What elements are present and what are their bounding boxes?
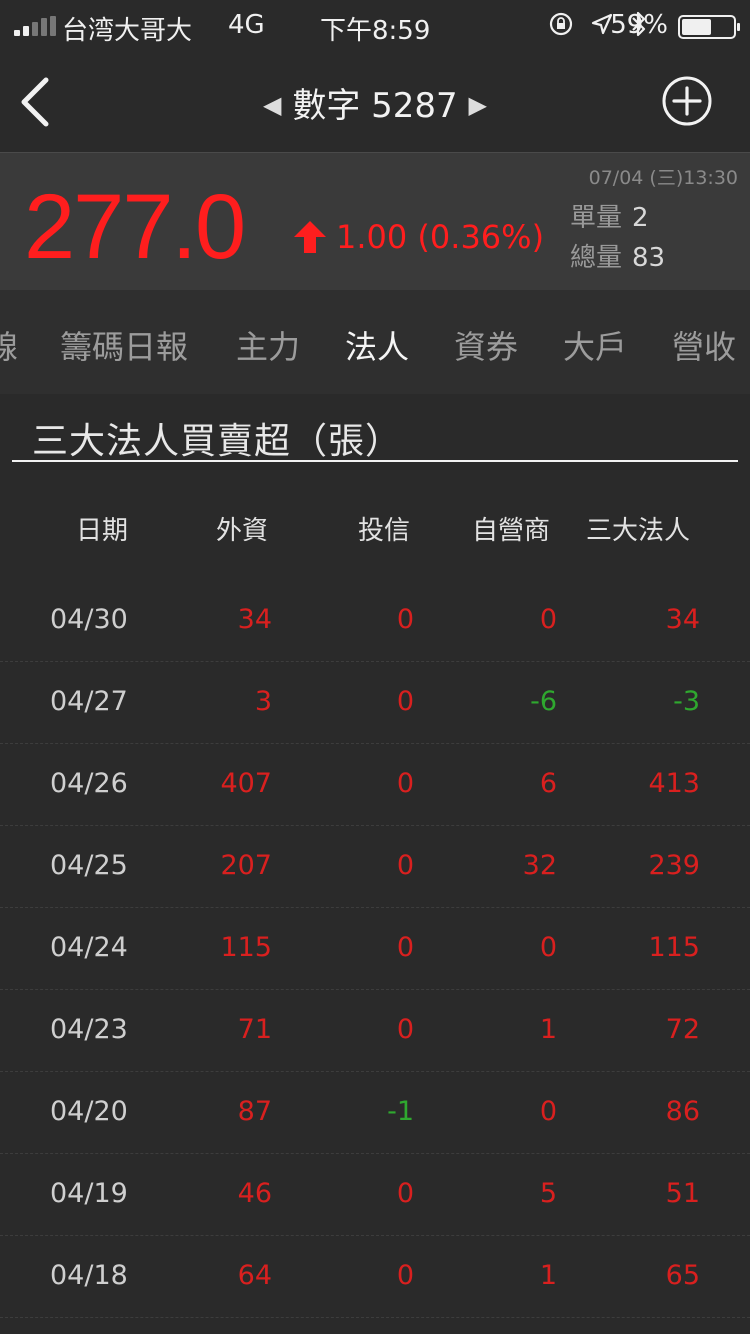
table-row: 04/30 34 0 0 34 (0, 580, 750, 662)
section-divider (12, 460, 738, 462)
table-row: 04/27 3 0 -6 -3 (0, 662, 750, 744)
cell-dealer: 6 (539, 768, 557, 799)
status-time: 下午8:59 (320, 16, 431, 46)
battery-percent: 59% (610, 10, 668, 40)
column-header-dealer: 自營商 (472, 516, 551, 546)
cell-dealer: 32 (522, 850, 557, 881)
column-header-trust: 投信 (358, 516, 411, 546)
cell-total: 51 (665, 1178, 700, 1209)
cell-foreign: 207 (220, 850, 272, 881)
cell-date: 04/30 (50, 604, 128, 635)
table-row: 04/24 115 0 0 115 (0, 908, 750, 990)
price-change: 1.00 (0.36%) (290, 217, 544, 257)
cell-date: 04/23 (50, 1014, 128, 1045)
carrier-name: 台湾大哥大 (62, 16, 193, 46)
cell-foreign: 407 (220, 768, 272, 799)
column-header-total: 三大法人 (586, 516, 691, 546)
add-watchlist-icon[interactable] (660, 74, 714, 128)
tab-institutional[interactable]: 法人 (345, 322, 409, 368)
price-change-value: 1.00 (0.36%) (336, 218, 545, 256)
tab-bar: 線 籌碼日報 主力 法人 資券 大戶 營收 (0, 290, 750, 394)
last-price: 277.0 (24, 176, 246, 278)
network-type: 4G (228, 10, 265, 40)
cell-date: 04/20 (50, 1096, 128, 1127)
cell-date: 04/27 (50, 686, 128, 717)
stock-title: ◀ 數字 5287 ▶ (0, 78, 750, 127)
unit-volume-label: 單量 (570, 203, 623, 233)
total-volume-value: 83 (632, 243, 666, 273)
column-header-date: 日期 (76, 516, 129, 546)
section-title: 三大法人買賣超（張） (32, 421, 403, 462)
quote-datetime: 07/04 (三)13:30 (588, 167, 738, 189)
cell-total: 413 (648, 768, 700, 799)
cell-date: 04/18 (50, 1260, 128, 1291)
cell-trust: -1 (387, 1096, 414, 1127)
cell-dealer: 0 (539, 1096, 557, 1127)
table-row: 04/18 64 0 1 65 (0, 1236, 750, 1318)
cell-foreign: 87 (237, 1096, 272, 1127)
next-stock-arrow-icon[interactable]: ▶ (468, 91, 486, 119)
previous-stock-arrow-icon[interactable]: ◀ (263, 91, 281, 119)
tab-chip-daily[interactable]: 籌碼日報 (60, 322, 188, 368)
table-row: 04/19 46 0 5 51 (0, 1154, 750, 1236)
cell-date: 04/19 (50, 1178, 128, 1209)
tab-revenue[interactable]: 營收 (672, 322, 736, 368)
cell-total: -3 (673, 686, 700, 717)
unit-volume: 單量 2 (570, 197, 649, 234)
table-row: 04/25 207 0 32 239 (0, 826, 750, 908)
cell-dealer: 5 (539, 1178, 557, 1209)
cell-foreign: 34 (237, 604, 272, 635)
cell-total: 72 (665, 1014, 700, 1045)
table-row: 04/26 407 0 6 413 (0, 744, 750, 826)
total-volume: 總量 83 (570, 237, 665, 274)
cell-foreign: 46 (237, 1178, 272, 1209)
cell-trust: 0 (396, 1178, 414, 1209)
battery-icon (678, 15, 740, 39)
cell-dealer: 1 (539, 1260, 557, 1291)
signal-strength-icon (14, 16, 56, 36)
unit-volume-value: 2 (632, 203, 649, 233)
table-row: 04/23 71 0 1 72 (0, 990, 750, 1072)
stock-name: 數字 5287 (292, 86, 458, 126)
cell-trust: 0 (396, 932, 414, 963)
cell-trust: 0 (396, 768, 414, 799)
column-header-foreign: 外資 (216, 516, 269, 546)
tab-line[interactable]: 線 (0, 322, 18, 368)
cell-dealer: 1 (539, 1014, 557, 1045)
cell-foreign: 71 (237, 1014, 272, 1045)
status-bar: 台湾大哥大 4G 下午8:59 59% (0, 0, 750, 52)
cell-dealer: 0 (539, 932, 557, 963)
cell-total: 115 (648, 932, 700, 963)
total-volume-label: 總量 (570, 243, 623, 273)
cell-total: 34 (665, 604, 700, 635)
orientation-lock-icon (549, 12, 573, 36)
navigation-bar: ◀ 數字 5287 ▶ (0, 52, 750, 150)
cell-trust: 0 (396, 850, 414, 881)
cell-trust: 0 (396, 1260, 414, 1291)
cell-trust: 0 (396, 1014, 414, 1045)
cell-dealer: 0 (539, 604, 557, 635)
cell-foreign: 64 (237, 1260, 272, 1291)
cell-total: 239 (648, 850, 700, 881)
cell-total: 86 (665, 1096, 700, 1127)
up-arrow-icon (294, 221, 326, 253)
cell-total: 65 (665, 1260, 700, 1291)
tab-margin[interactable]: 資券 (454, 322, 518, 368)
table-row: 04/20 87 -1 0 86 (0, 1072, 750, 1154)
cell-date: 04/26 (50, 768, 128, 799)
cell-trust: 0 (396, 686, 414, 717)
cell-foreign: 3 (254, 686, 272, 717)
tab-major-holders[interactable]: 大戶 (563, 322, 627, 368)
tab-main-force[interactable]: 主力 (236, 322, 300, 368)
cell-date: 04/25 (50, 850, 128, 881)
institutional-section: 三大法人買賣超（張） 日期 外資 投信 自營商 三大法人 04/30 34 0 0 34… (0, 394, 750, 1334)
cell-foreign: 115 (220, 932, 272, 963)
cell-trust: 0 (396, 604, 414, 635)
cell-dealer: -6 (530, 686, 557, 717)
quote-panel: 277.0 1.00 (0.36%) 07/04 (三)13:30 單量 2 總量… (0, 152, 750, 290)
cell-date: 04/24 (50, 932, 128, 963)
